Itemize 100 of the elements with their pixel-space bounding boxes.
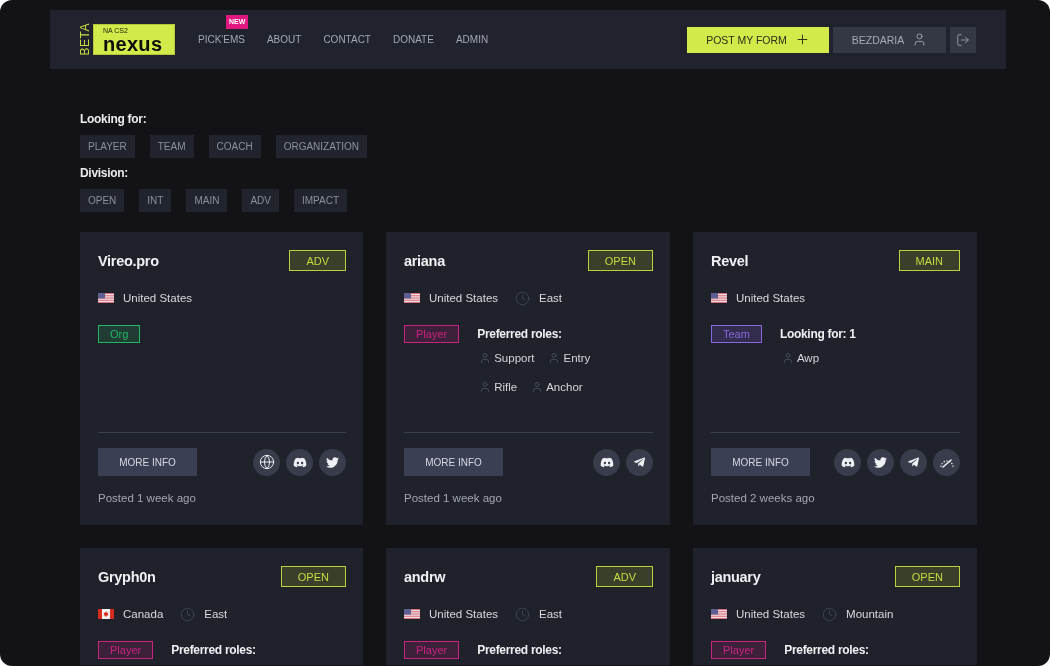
beta-label: BETA [79,23,92,56]
person-icon [479,352,492,364]
division-badge: OPEN [894,566,960,587]
flag-icon [98,293,114,303]
filter-chip[interactable]: ORGANIZATION [275,135,367,158]
nav-link[interactable]: CONTACT [323,33,371,46]
filter-chip[interactable]: MAIN [186,189,228,212]
type-tag: Player [98,641,154,659]
twitter-button[interactable] [867,448,894,476]
discord-button[interactable] [286,448,313,476]
user-button[interactable]: BEZDARIA [833,26,946,53]
division-badge: ADV [289,250,346,271]
type-tag: Player [711,641,767,659]
plus-icon [794,32,810,47]
flag-icon [98,609,114,619]
paper-plane-icon [908,455,919,469]
gamepad-icon [292,456,307,468]
bird-icon [874,455,887,469]
clock-icon [822,606,838,622]
filter-chip[interactable]: OPEN [80,189,125,212]
role-label: Anchor [546,380,583,394]
role-label: Entry [563,351,591,365]
region-label: Mountain [846,607,894,621]
nav-link[interactable]: ABOUT [266,33,302,46]
country-label: Canada [123,607,164,621]
more-info-button[interactable]: MORE INFO [404,448,503,476]
nav-link[interactable]: ADMIN [455,33,489,46]
discord-button[interactable] [593,448,620,476]
stats-button[interactable] [933,448,960,476]
type-tag: Player [404,325,460,343]
gauge-icon [939,456,954,468]
region-label: East [539,291,563,305]
division-badge: MAIN [898,250,960,271]
person-icon [781,352,794,364]
paper-plane-icon [634,455,645,469]
post-form-button[interactable]: POST MY FORM [687,26,829,53]
details-label: Preferred roles: [477,643,562,657]
profile-name: andrw [404,568,446,585]
details-label: Looking for: 1 [779,327,856,341]
more-info-button[interactable]: MORE INFO [711,448,810,476]
details-label: Preferred roles: [784,643,869,657]
person-icon [548,352,561,364]
gamepad-icon [599,456,614,468]
division-badge: OPEN [280,566,346,587]
profile-name: Gryph0n [98,568,156,585]
logout-icon [956,32,970,47]
role-label: Rifle [494,380,518,394]
profile-name: Vireo.pro [98,252,159,269]
person-icon [531,381,544,393]
flag-icon [711,609,727,619]
flag-icon [711,293,727,303]
division-badge: OPEN [587,250,653,271]
website-button[interactable] [253,448,280,476]
logout-button[interactable] [950,26,976,53]
nav-link[interactable]: PICK'EMS [198,33,245,46]
region-label: East [539,607,563,621]
country-label: United States [429,291,499,305]
type-tag: Player [404,641,460,659]
nav-link[interactable]: DONATE [392,33,434,46]
person-icon [479,381,492,393]
logo-wordmark: nexus [103,35,163,53]
filter-chip[interactable]: INT [139,189,172,212]
country-label: United States [429,607,499,621]
telegram-button[interactable] [900,448,927,476]
filter-chip[interactable]: COACH [208,135,261,158]
filter-chip[interactable]: ADV [242,189,279,212]
role-label: Awp [796,351,820,365]
country-label: United States [736,291,806,305]
filter-chip[interactable]: TEAM [149,135,194,158]
country-label: United States [736,607,806,621]
country-label: United States [123,291,193,305]
clock-icon [515,290,531,306]
region-label: East [204,607,228,621]
flag-icon [404,293,420,303]
globe-icon [258,454,275,470]
user-icon [912,32,928,47]
role-label: Support [494,351,535,365]
discord-button[interactable] [834,448,861,476]
filter-chip[interactable]: PLAYER [80,135,135,158]
clock-icon [515,606,531,622]
filter-label: Division: [80,166,128,180]
details-label: Preferred roles: [477,327,562,341]
filter-label: Looking for: [80,112,147,126]
posted-time: Posted 1 week ago [404,491,502,505]
twitter-button[interactable] [319,448,346,476]
profile-name: january [711,568,761,585]
flag-icon [404,609,420,619]
posted-time: Posted 2 weeks ago [711,491,815,505]
details-label: Preferred roles: [171,643,256,657]
profile-name: Revel [711,252,749,269]
bird-icon [326,455,339,469]
posted-time: Posted 1 week ago [98,491,196,505]
telegram-button[interactable] [626,448,653,476]
more-info-button[interactable]: MORE INFO [98,448,197,476]
gamepad-icon [840,456,855,468]
clock-icon [180,606,196,622]
type-tag: Org [98,325,141,343]
filter-chip[interactable]: IMPACT [294,189,348,212]
profile-name: ariana [404,252,445,269]
type-tag: Team [711,325,762,343]
